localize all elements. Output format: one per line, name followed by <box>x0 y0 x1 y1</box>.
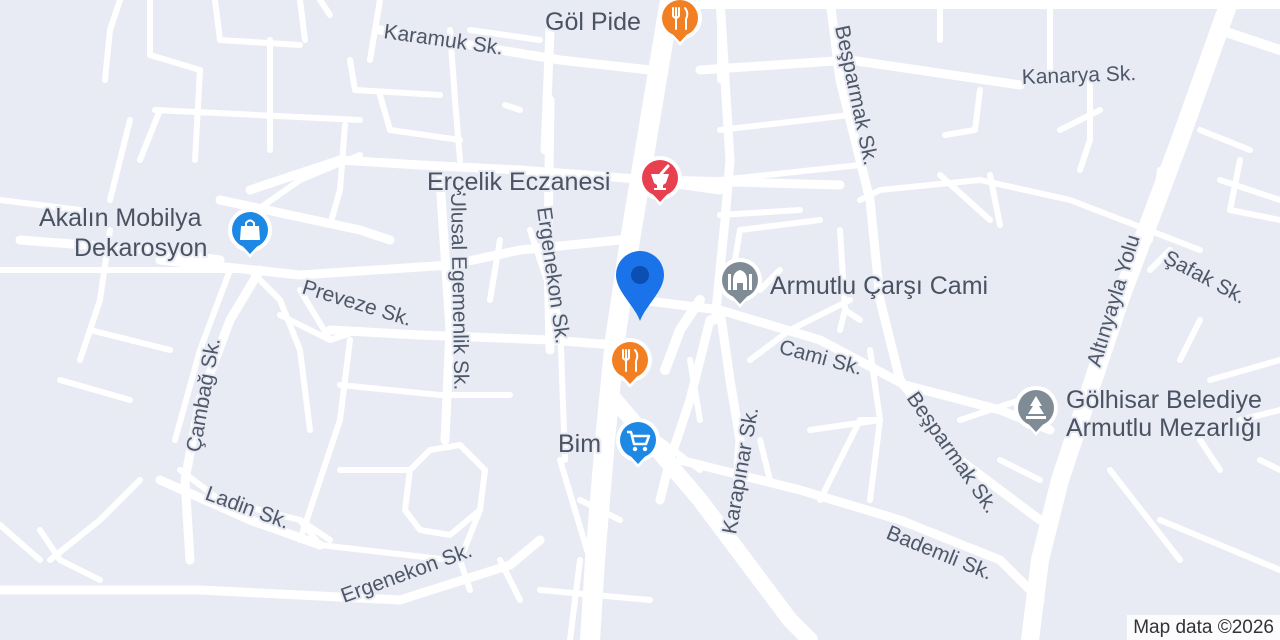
poi-label-armutlu-carsi-cami: Armutlu Çarşı Cami <box>770 272 988 300</box>
map-canvas[interactable]: Karamuk Sk. Kanarya Sk. Beşparmak Sk. Ul… <box>0 0 1280 640</box>
map-base[interactable]: Karamuk Sk. Kanarya Sk. Beşparmak Sk. Ul… <box>0 0 1280 640</box>
poi-label-golhisar-line2: Armutlu Mezarlığı <box>1066 414 1262 442</box>
map-attribution: Map data ©2026 <box>1127 615 1280 640</box>
poi-label-gol-pide: Göl Pide <box>545 8 641 36</box>
poi-label-akalin-line2: Dekarosyon <box>74 234 207 262</box>
poi-label-ercelik-eczanesi: Erçelik Eczanesi <box>427 168 610 196</box>
poi-label-golhisar-line1: Gölhisar Belediye <box>1066 386 1262 414</box>
poi-label-bim: Bim <box>558 430 601 458</box>
street-label-ulusal-egemenlik: Ulusal Egemenlik Sk. <box>446 192 472 391</box>
poi-label-akalin-line1: Akalın Mobilya <box>39 204 202 232</box>
street-label-kanarya: Kanarya Sk. <box>1021 62 1136 89</box>
